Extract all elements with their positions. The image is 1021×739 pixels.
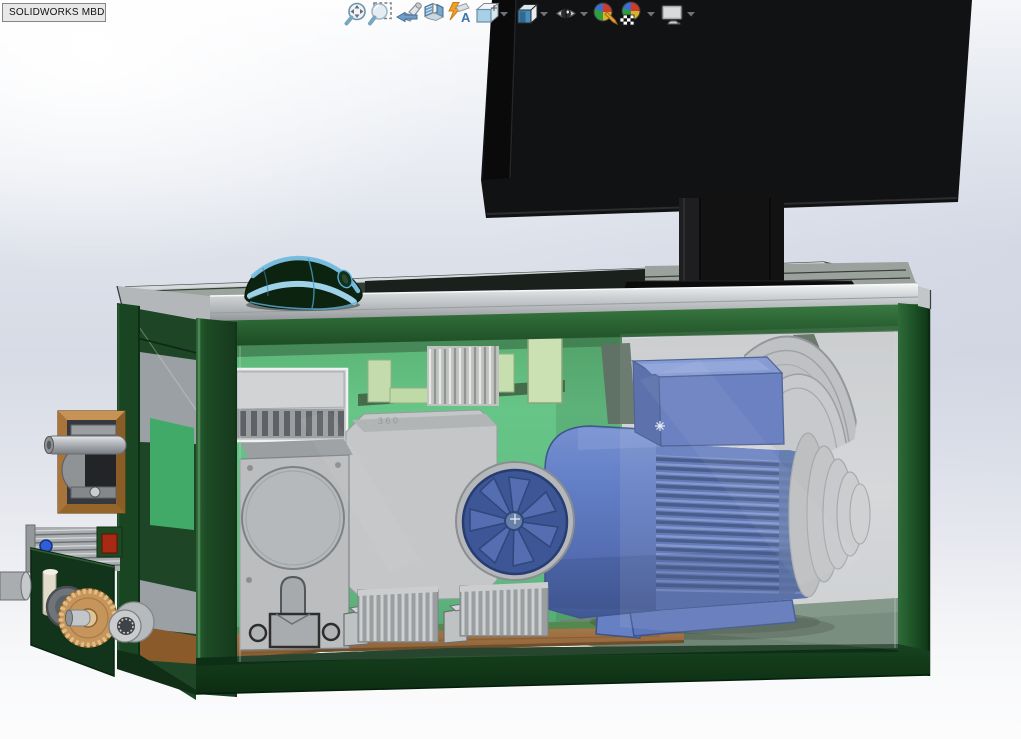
svg-text:A: A <box>461 10 471 25</box>
